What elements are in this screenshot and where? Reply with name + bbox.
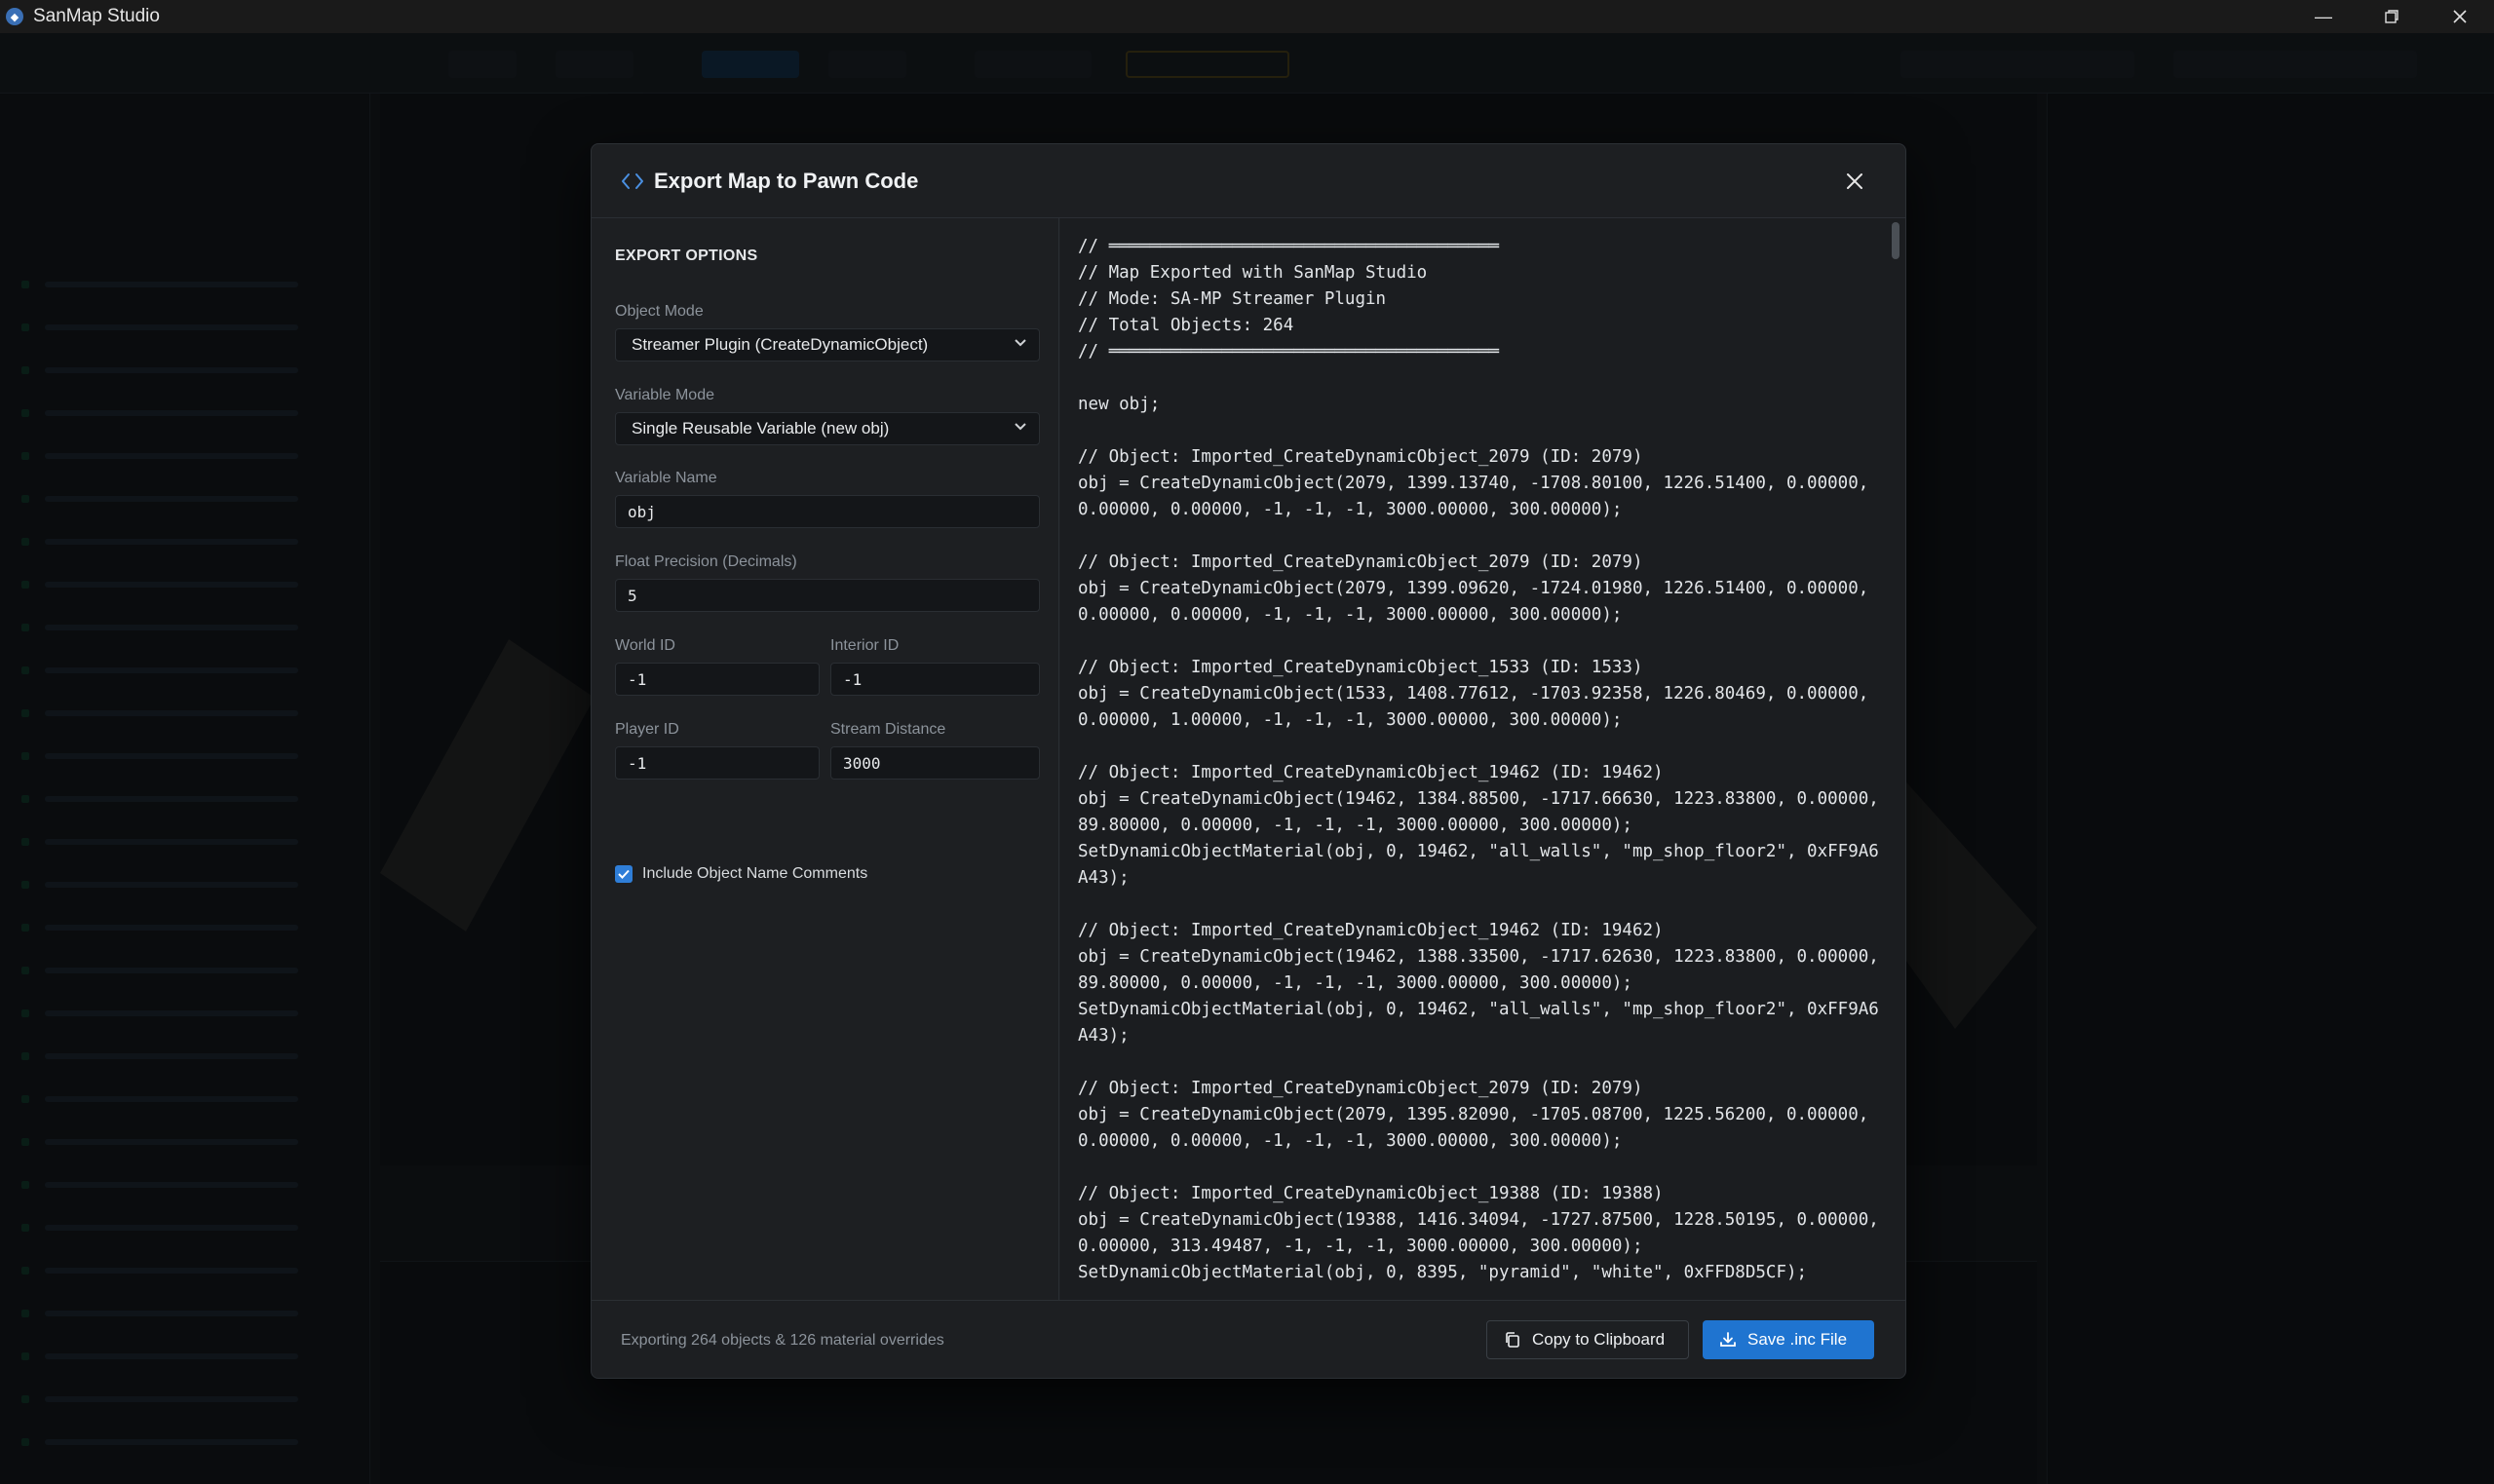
chevron-down-icon [1012,334,1029,352]
variable-mode-select[interactable]: Single Reusable Variable (new obj) [615,412,1040,445]
include-comments-row[interactable]: Include Object Name Comments [615,865,867,883]
window-controls: — [2289,0,2494,33]
stream-distance-input[interactable]: 3000 [830,746,1040,780]
object-mode-label: Object Mode [615,303,704,320]
copy-icon [1503,1330,1522,1350]
chevron-down-icon [1012,418,1029,436]
export-dialog: Export Map to Pawn Code EXPORT OPTIONS O… [591,143,1906,1379]
player-id-input[interactable]: -1 [615,746,820,780]
minimize-icon[interactable]: — [2289,0,2358,33]
float-precision-label: Float Precision (Decimals) [615,553,797,570]
variable-mode-label: Variable Mode [615,387,714,403]
copy-to-clipboard-button[interactable]: Copy to Clipboard [1486,1320,1689,1359]
include-comments-checkbox[interactable] [615,865,633,883]
player-id-label: Player ID [615,721,679,738]
world-id-label: World ID [615,637,675,654]
app-logo-icon: ◆ [6,8,23,25]
window-title: SanMap Studio [33,6,160,26]
variable-name-input[interactable]: obj [615,495,1040,528]
object-mode-select[interactable]: Streamer Plugin (CreateDynamicObject) [615,328,1040,361]
object-mode-value: Streamer Plugin (CreateDynamicObject) [632,335,929,354]
code-scrollbar[interactable] [1892,218,1899,1300]
variable-name-label: Variable Name [615,470,717,486]
scrollbar-thumb[interactable] [1892,222,1899,259]
interior-id-label: Interior ID [830,637,900,654]
download-icon [1718,1330,1738,1350]
dialog-footer: Exporting 264 objects & 126 material ove… [592,1300,1905,1378]
code-brackets-icon [621,170,644,193]
world-id-input[interactable]: -1 [615,663,820,696]
restore-icon[interactable] [2358,0,2426,33]
export-options-panel: EXPORT OPTIONS Object Mode Streamer Plug… [592,218,1059,1300]
float-precision-input[interactable]: 5 [615,579,1040,612]
section-title: EXPORT OPTIONS [615,247,758,264]
stream-distance-label: Stream Distance [830,721,946,738]
variable-mode-value: Single Reusable Variable (new obj) [632,419,890,438]
interior-id-input[interactable]: -1 [830,663,1040,696]
export-status: Exporting 264 objects & 126 material ove… [621,1332,944,1349]
copy-button-label: Copy to Clipboard [1532,1330,1666,1349]
include-comments-label: Include Object Name Comments [642,865,868,882]
save-inc-file-button[interactable]: Save .inc File [1703,1320,1874,1359]
code-preview[interactable]: // ═════════════════════════════════════… [1078,234,1887,1286]
window-titlebar: ◆ SanMap Studio — [0,0,2494,33]
close-window-icon[interactable] [2426,0,2494,33]
dialog-header: Export Map to Pawn Code [592,144,1905,218]
close-icon[interactable] [1841,168,1868,195]
save-button-label: Save .inc File [1747,1330,1848,1349]
dialog-title: Export Map to Pawn Code [654,168,919,193]
code-preview-panel[interactable]: // ═════════════════════════════════════… [1060,218,1905,1300]
